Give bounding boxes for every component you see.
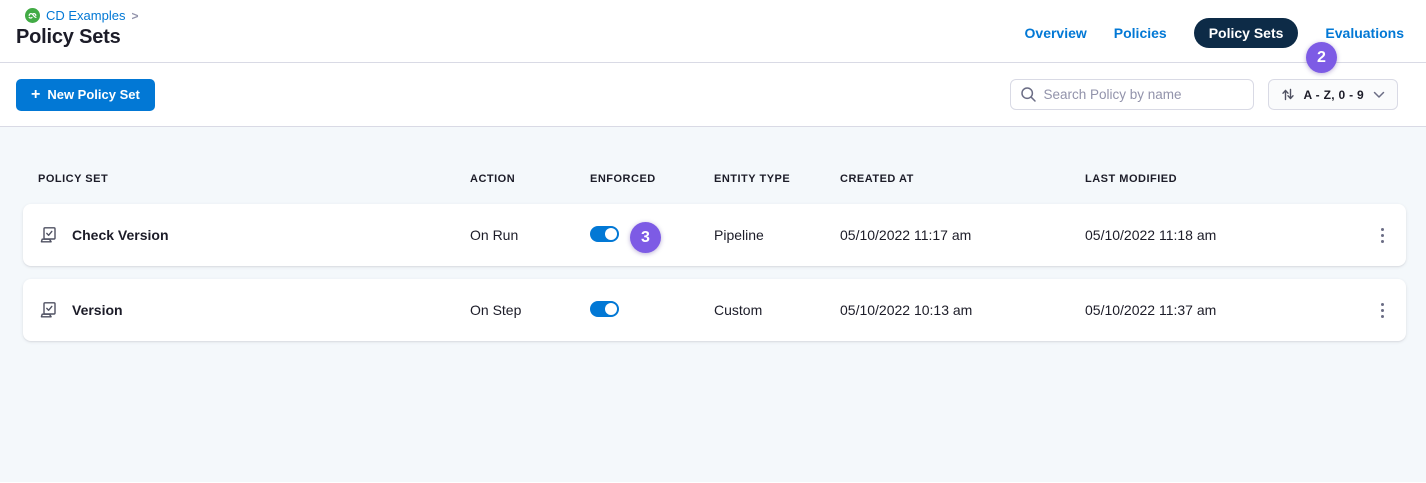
policy-set-name: Version xyxy=(72,302,123,318)
last-modified-value: 05/10/2022 11:37 am xyxy=(1085,302,1354,318)
tab-policy-sets[interactable]: Policy Sets xyxy=(1194,18,1299,48)
col-header-enforced: ENFORCED xyxy=(590,173,714,185)
sort-label: A - Z, 0 - 9 xyxy=(1304,88,1365,102)
enforced-toggle[interactable] xyxy=(590,226,619,242)
cd-module-icon xyxy=(25,8,40,23)
table-row-check-version[interactable]: Check Version On Run Pipeline 05/10/2022… xyxy=(23,204,1406,266)
policy-sets-table-area: POLICY SET ACTION ENFORCED ENTITY TYPE C… xyxy=(0,127,1426,482)
created-at-value: 05/10/2022 10:13 am xyxy=(840,302,1085,318)
row-menu-kebab-icon[interactable] xyxy=(1370,221,1394,249)
tab-overview[interactable]: Overview xyxy=(1025,25,1087,41)
col-header-policy-set: POLICY SET xyxy=(38,173,470,185)
created-at-value: 05/10/2022 11:17 am xyxy=(840,227,1085,243)
sort-arrows-icon xyxy=(1281,87,1295,102)
row-menu-kebab-icon[interactable] xyxy=(1370,296,1394,324)
search-input[interactable] xyxy=(1010,79,1254,110)
policy-set-icon xyxy=(38,300,59,321)
enforced-toggle[interactable] xyxy=(590,301,619,317)
action-value: On Step xyxy=(470,302,590,318)
table-header-row: POLICY SET ACTION ENFORCED ENTITY TYPE C… xyxy=(23,127,1406,185)
sort-dropdown[interactable]: A - Z, 0 - 9 xyxy=(1268,79,1399,110)
col-header-entity-type: ENTITY TYPE xyxy=(714,173,840,185)
tab-policies[interactable]: Policies xyxy=(1114,25,1167,41)
new-policy-set-button[interactable]: + New Policy Set xyxy=(16,79,155,111)
table-rows: Check Version On Run Pipeline 05/10/2022… xyxy=(0,204,1426,341)
plus-icon: + xyxy=(31,87,40,103)
toolbar-right: A - Z, 0 - 9 xyxy=(1010,79,1399,110)
action-value: On Run xyxy=(470,227,590,243)
tab-evaluations[interactable]: Evaluations xyxy=(1325,25,1404,41)
entity-type-value: Custom xyxy=(714,302,840,318)
search-box xyxy=(1010,79,1254,110)
table-row-version[interactable]: Version On Step Custom 05/10/2022 10:13 … xyxy=(23,279,1406,341)
page-header: CD Examples > Policy Sets Overview Polic… xyxy=(0,0,1426,63)
col-header-action: ACTION xyxy=(470,173,590,185)
new-policy-set-label: New Policy Set xyxy=(47,87,139,102)
breadcrumb-link-cd-examples[interactable]: CD Examples xyxy=(46,8,125,23)
col-header-created-at: CREATED AT xyxy=(840,173,1085,185)
col-header-last-modified: LAST MODIFIED xyxy=(1085,173,1354,185)
last-modified-value: 05/10/2022 11:18 am xyxy=(1085,227,1354,243)
policy-set-icon xyxy=(38,225,59,246)
step-badge-3: 3 xyxy=(630,222,661,253)
policy-set-name: Check Version xyxy=(72,227,169,243)
toolbar: + New Policy Set A - Z, 0 - 9 xyxy=(0,63,1426,127)
top-nav: Overview Policies Policy Sets Evaluation… xyxy=(1025,18,1404,48)
step-badge-2: 2 xyxy=(1306,42,1337,73)
breadcrumb-chevron-icon: > xyxy=(131,9,138,23)
entity-type-value: Pipeline xyxy=(714,227,840,243)
chevron-down-icon xyxy=(1373,91,1385,99)
